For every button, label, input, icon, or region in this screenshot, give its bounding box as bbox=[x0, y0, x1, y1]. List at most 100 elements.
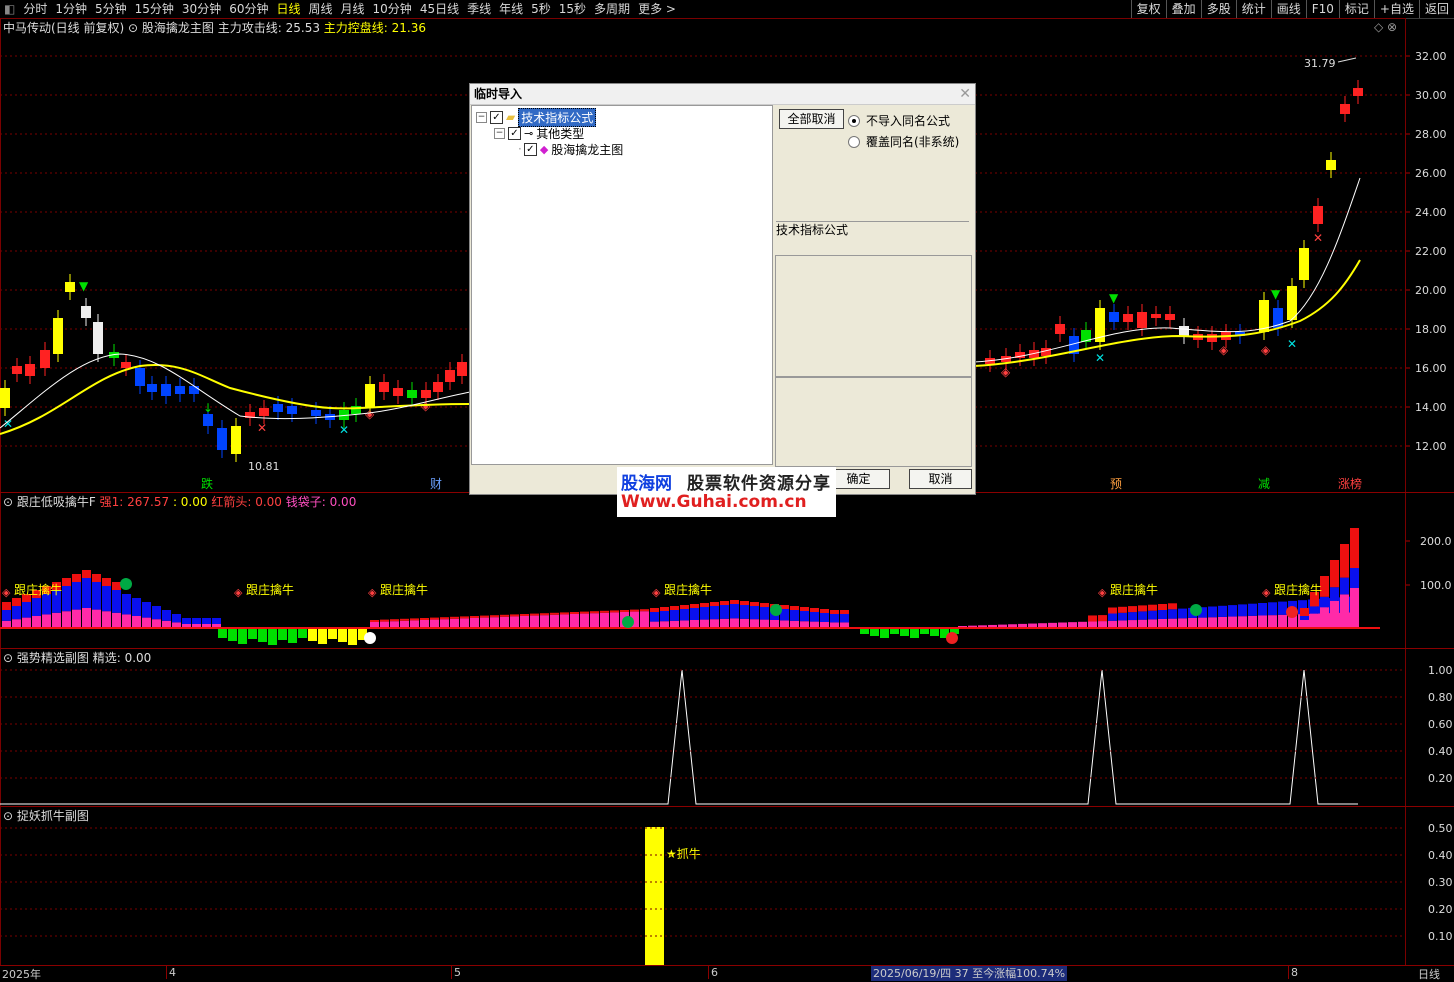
volume-bar bbox=[740, 618, 749, 628]
volume-bar bbox=[1340, 577, 1349, 595]
volume-bar bbox=[790, 610, 799, 621]
toolbar-button[interactable]: +自选 bbox=[1373, 0, 1419, 18]
signal-dot-icon bbox=[120, 578, 132, 590]
control-line-value: 主力控盘线: 21.36 bbox=[323, 21, 427, 35]
volume-bar bbox=[1268, 615, 1277, 628]
toolbar-button[interactable]: 画线 bbox=[1270, 0, 1306, 18]
close-icon[interactable]: ✕ bbox=[959, 86, 971, 102]
volume-bar bbox=[1118, 612, 1127, 621]
volume-bar bbox=[400, 618, 409, 621]
radio-dot[interactable] bbox=[848, 135, 860, 148]
tree-child-label[interactable]: 其他类型 bbox=[536, 125, 584, 142]
volume-bar bbox=[500, 614, 509, 617]
period-tab[interactable]: 5秒 bbox=[527, 0, 555, 18]
collapse-icon[interactable]: ⊙ bbox=[128, 21, 138, 35]
volume-bar bbox=[530, 613, 539, 616]
checkbox-checked[interactable]: ✓ bbox=[490, 110, 503, 124]
candle bbox=[53, 318, 63, 354]
volume-bar bbox=[710, 619, 719, 628]
collapse-icon[interactable]: ⊙ bbox=[3, 495, 13, 509]
panel-controls-icon[interactable]: ◇ ⊗ bbox=[1374, 20, 1397, 34]
collapse-icon[interactable]: − bbox=[494, 127, 505, 139]
tree-node-root[interactable]: − ✓ ▰ 技术指标公式 bbox=[476, 107, 597, 127]
toolbar-button[interactable]: 叠加 bbox=[1165, 0, 1201, 18]
checkbox-checked[interactable]: ✓ bbox=[523, 142, 537, 156]
volume-bar bbox=[1278, 601, 1287, 615]
radio-dot-selected[interactable] bbox=[848, 114, 860, 127]
volume-bar bbox=[580, 611, 589, 614]
tree-leaf-label[interactable]: 股海擒龙主图 bbox=[551, 141, 623, 158]
volume-bar bbox=[12, 619, 21, 628]
period-tab[interactable]: 15秒 bbox=[555, 0, 590, 18]
candle bbox=[1299, 248, 1309, 280]
volume-bar bbox=[510, 614, 519, 617]
x-label-jun: 6 bbox=[708, 966, 718, 979]
volume-bar bbox=[550, 612, 559, 615]
tree-node-leaf[interactable]: · ✓ ◆ 股海擒龙主图 bbox=[518, 141, 623, 157]
period-tab[interactable]: 1分钟 bbox=[51, 0, 91, 18]
volume-bar-neg bbox=[218, 628, 227, 638]
signal-dot-icon bbox=[1286, 606, 1298, 618]
radio-overwrite[interactable]: 覆盖同名(非系统) bbox=[848, 133, 959, 150]
main-indicator-name[interactable]: 股海擒龙主图 bbox=[142, 21, 214, 35]
volume-bar bbox=[1098, 621, 1107, 628]
period-tab[interactable]: 月线 bbox=[337, 0, 369, 18]
volume-bar bbox=[192, 618, 201, 624]
volume-bar-neg bbox=[880, 628, 889, 638]
radio-skip-same[interactable]: 不导入同名公式 bbox=[848, 112, 950, 129]
panel3-tick: 0.40 bbox=[1428, 745, 1453, 758]
window-menu-icon[interactable]: ◧ bbox=[0, 0, 19, 18]
volume-bar bbox=[550, 614, 559, 628]
follow-bull-label: 跟庄擒牛 bbox=[1110, 582, 1158, 597]
volume-bar-neg bbox=[870, 628, 879, 636]
volume-bar bbox=[500, 616, 509, 628]
volume-bar bbox=[152, 606, 161, 620]
period-tab[interactable]: 日线 bbox=[272, 0, 304, 18]
toolbar-button[interactable]: 返回 bbox=[1418, 0, 1454, 18]
volume-bar bbox=[1320, 596, 1329, 608]
volume-bar bbox=[460, 616, 469, 619]
collapse-icon[interactable]: − bbox=[476, 111, 487, 123]
candle bbox=[231, 426, 241, 454]
volume-bar bbox=[660, 607, 669, 611]
period-tab[interactable]: 5分钟 bbox=[91, 0, 131, 18]
period-tab[interactable]: 季线 bbox=[463, 0, 495, 18]
volume-bar bbox=[740, 601, 749, 605]
low-price-label: 10.81 bbox=[248, 460, 280, 473]
period-tab[interactable]: 多周期 bbox=[590, 0, 634, 18]
volume-bar bbox=[1148, 610, 1157, 620]
cancel-button[interactable]: 取消 bbox=[909, 469, 972, 489]
period-tab[interactable]: 年线 bbox=[495, 0, 527, 18]
cancel-all-button[interactable]: 全部取消 bbox=[779, 109, 844, 129]
volume-bar bbox=[700, 607, 709, 620]
period-tab[interactable]: 15分钟 bbox=[131, 0, 178, 18]
period-tab[interactable]: 60分钟 bbox=[225, 0, 272, 18]
volume-bar-neg bbox=[238, 628, 247, 644]
panel2-name[interactable]: 跟庄低吸擒牛F bbox=[17, 495, 96, 509]
candle bbox=[40, 350, 50, 368]
signal-dot-icon bbox=[946, 632, 958, 644]
toolbar-button[interactable]: 多股 bbox=[1200, 0, 1236, 18]
toolbar-button[interactable]: F10 bbox=[1305, 0, 1339, 18]
period-tab[interactable]: 10分钟 bbox=[369, 0, 416, 18]
volume-bar bbox=[1330, 560, 1339, 588]
volume-bar bbox=[760, 603, 769, 607]
volume-bar bbox=[1238, 616, 1247, 628]
checkbox-checked[interactable]: ✓ bbox=[508, 126, 521, 140]
volume-bar bbox=[620, 610, 629, 612]
tree-node-other[interactable]: − ✓ ⊸ 其他类型 bbox=[494, 125, 584, 141]
toolbar-button[interactable]: 标记 bbox=[1338, 0, 1374, 18]
volume-bar bbox=[760, 619, 769, 628]
volume-bar-neg bbox=[930, 628, 939, 636]
period-tab[interactable]: 45日线 bbox=[416, 0, 463, 18]
ok-button[interactable]: 确定 bbox=[827, 469, 890, 489]
volume-bar bbox=[750, 606, 759, 620]
toolbar-button[interactable]: 统计 bbox=[1235, 0, 1271, 18]
period-tab[interactable]: 30分钟 bbox=[178, 0, 225, 18]
candle bbox=[25, 364, 35, 376]
toolbar-button[interactable]: 复权 bbox=[1130, 0, 1166, 18]
period-tab[interactable]: 更多 > bbox=[634, 0, 680, 18]
period-tab[interactable]: 周线 bbox=[305, 0, 337, 18]
period-tab[interactable]: 分时 bbox=[19, 0, 51, 18]
candle bbox=[1340, 104, 1350, 114]
